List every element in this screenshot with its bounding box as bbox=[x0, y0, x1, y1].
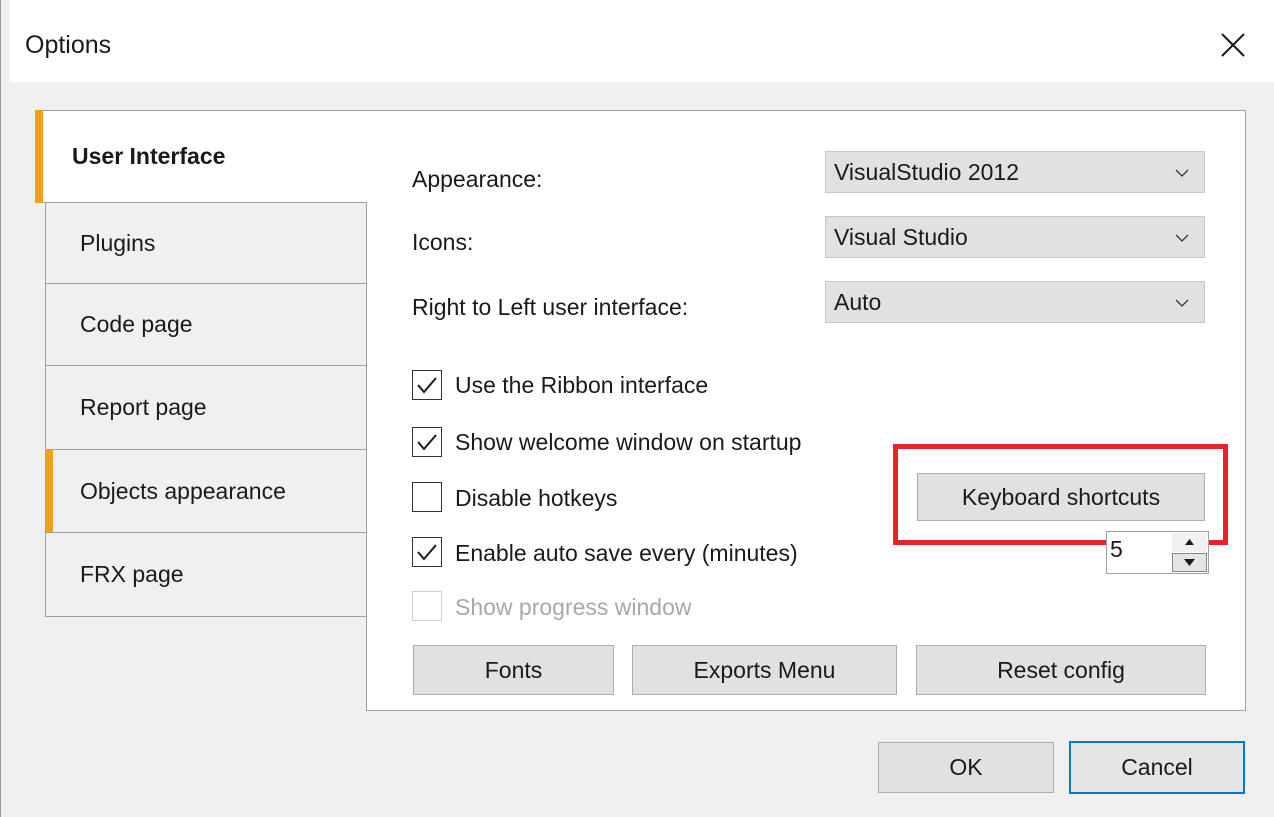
chevron-down-icon bbox=[1175, 299, 1189, 307]
window-left-edge bbox=[0, 0, 1, 817]
highlight-annotation bbox=[893, 444, 1228, 545]
cancel-button[interactable]: Cancel bbox=[1069, 741, 1245, 794]
tab-user-interface[interactable]: User Interface bbox=[35, 110, 367, 203]
tab-label: Objects appearance bbox=[80, 477, 286, 504]
icons-select[interactable]: Visual Studio bbox=[825, 216, 1205, 258]
icons-label: Icons: bbox=[412, 229, 474, 255]
exports-menu-button[interactable]: Exports Menu bbox=[632, 645, 897, 695]
ribbon-checkbox[interactable] bbox=[412, 370, 442, 400]
chevron-down-icon bbox=[1175, 169, 1189, 177]
tab-label: User Interface bbox=[72, 143, 226, 169]
rtl-value: Auto bbox=[834, 288, 882, 315]
ok-button[interactable]: OK bbox=[878, 742, 1054, 793]
tab-report-page[interactable]: Report page bbox=[45, 365, 367, 450]
fonts-button[interactable]: Fonts bbox=[413, 645, 614, 695]
icons-value: Visual Studio bbox=[834, 223, 968, 250]
appearance-select[interactable]: VisualStudio 2012 bbox=[825, 151, 1205, 193]
disable-hotkeys-label: Disable hotkeys bbox=[455, 485, 618, 511]
reset-config-button[interactable]: Reset config bbox=[916, 645, 1206, 695]
arrow-up-icon bbox=[1185, 539, 1194, 545]
rtl-select[interactable]: Auto bbox=[825, 281, 1205, 323]
tab-accent bbox=[35, 110, 43, 203]
window-title: Options bbox=[25, 31, 112, 59]
window-left-border bbox=[0, 0, 10, 817]
tab-accent bbox=[45, 449, 53, 533]
checkmark-icon bbox=[417, 377, 437, 394]
progress-window-checkbox[interactable] bbox=[412, 591, 442, 621]
tab-label: Report page bbox=[80, 394, 207, 420]
autosave-minutes-value: 5 bbox=[1110, 536, 1123, 562]
stepper-down-button[interactable] bbox=[1172, 553, 1207, 572]
tab-objects-appearance[interactable]: Objects appearance bbox=[45, 449, 367, 533]
appearance-label: Appearance: bbox=[412, 166, 543, 192]
tab-label: FRX page bbox=[80, 561, 184, 587]
progress-window-label: Show progress window bbox=[455, 594, 692, 620]
autosave-checkbox-label: Enable auto save every (minutes) bbox=[455, 540, 798, 566]
autosave-checkbox[interactable] bbox=[412, 537, 442, 567]
tab-label: Plugins bbox=[80, 229, 156, 256]
chevron-down-icon bbox=[1175, 234, 1189, 242]
autosave-minutes-stepper[interactable]: 5 bbox=[1106, 531, 1209, 574]
tab-code-page[interactable]: Code page bbox=[45, 283, 367, 366]
tab-label: Code page bbox=[80, 311, 193, 337]
close-icon[interactable] bbox=[1218, 30, 1248, 60]
tab-frx-page[interactable]: FRX page bbox=[45, 532, 367, 617]
welcome-checkbox[interactable] bbox=[412, 427, 442, 457]
title-bar bbox=[0, 0, 1274, 82]
appearance-value: VisualStudio 2012 bbox=[834, 158, 1019, 185]
tab-plugins[interactable]: Plugins bbox=[45, 202, 367, 284]
arrow-down-icon bbox=[1184, 559, 1195, 566]
rtl-label: Right to Left user interface: bbox=[412, 294, 689, 320]
disable-hotkeys-checkbox[interactable] bbox=[412, 482, 442, 512]
checkmark-icon bbox=[417, 434, 437, 451]
ribbon-checkbox-label: Use the Ribbon interface bbox=[455, 372, 709, 398]
welcome-checkbox-label: Show welcome window on startup bbox=[455, 429, 802, 455]
stepper-arrows bbox=[1172, 533, 1207, 572]
checkmark-icon bbox=[417, 544, 437, 561]
stepper-up-button[interactable] bbox=[1172, 533, 1207, 552]
